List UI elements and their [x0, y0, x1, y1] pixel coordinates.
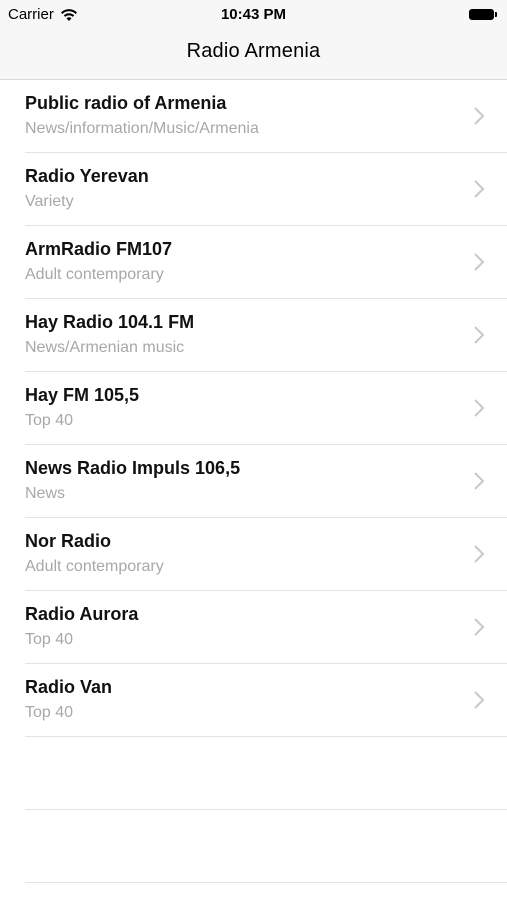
- station-row-nor-radio[interactable]: Nor Radio Adult contemporary: [0, 518, 507, 591]
- station-genre: Variety: [25, 193, 74, 210]
- station-genre: Adult contemporary: [25, 558, 164, 575]
- empty-row: [0, 810, 507, 883]
- station-genre: Top 40: [25, 704, 74, 721]
- chevron-right-icon: [474, 691, 485, 709]
- chevron-right-icon: [474, 618, 485, 636]
- station-name: Radio Yerevan: [25, 166, 149, 186]
- battery-icon: [469, 8, 499, 20]
- station-name: Hay Radio 104.1 FM: [25, 312, 195, 332]
- station-row-radio-yerevan[interactable]: Radio Yerevan Variety: [0, 153, 507, 226]
- chevron-right-icon: [474, 399, 485, 417]
- navigation-bar: Carrier 10:43 PM Radio Armenia: [0, 0, 507, 80]
- station-genre: News/information/Music/Armenia: [25, 120, 259, 137]
- station-name: Radio Van: [25, 677, 113, 697]
- station-row-radio-aurora[interactable]: Radio Aurora Top 40: [0, 591, 507, 664]
- chevron-right-icon: [474, 545, 485, 563]
- chevron-right-icon: [474, 253, 485, 271]
- station-row-hay-fm-105-5[interactable]: Hay FM 105,5 Top 40: [0, 372, 507, 445]
- chevron-right-icon: [474, 180, 485, 198]
- station-name: Nor Radio: [25, 531, 112, 551]
- station-genre: Top 40: [25, 631, 74, 648]
- empty-row: [0, 737, 507, 810]
- station-row-public-radio-of-armenia[interactable]: Public radio of Armenia News/information…: [0, 80, 507, 153]
- chevron-right-icon: [474, 107, 485, 125]
- station-name: Public radio of Armenia: [25, 93, 227, 113]
- station-name: ArmRadio FM107: [25, 239, 173, 259]
- station-name: Radio Aurora: [25, 604, 139, 624]
- station-list: Public radio of Armenia News/information…: [0, 80, 507, 883]
- chevron-right-icon: [474, 472, 485, 490]
- station-genre: News/Armenian music: [25, 339, 185, 356]
- chevron-right-icon: [474, 326, 485, 344]
- station-name: Hay FM 105,5: [25, 385, 140, 405]
- station-name: News Radio Impuls 106,5: [25, 458, 241, 478]
- station-genre: News: [25, 485, 66, 502]
- row-separator: [25, 882, 507, 883]
- station-genre: Adult contemporary: [25, 266, 164, 283]
- station-row-hay-radio-104-1-fm[interactable]: Hay Radio 104.1 FM News/Armenian music: [0, 299, 507, 372]
- station-row-news-radio-impuls[interactable]: News Radio Impuls 106,5 News: [0, 445, 507, 518]
- status-time: 10:43 PM: [220, 6, 287, 23]
- station-genre: Top 40: [25, 412, 74, 429]
- page-title: Radio Armenia: [186, 40, 321, 62]
- status-bar: Carrier 10:43 PM: [0, 0, 507, 30]
- station-row-armradio-fm107[interactable]: ArmRadio FM107 Adult contemporary: [0, 226, 507, 299]
- station-row-radio-van[interactable]: Radio Van Top 40: [0, 664, 507, 737]
